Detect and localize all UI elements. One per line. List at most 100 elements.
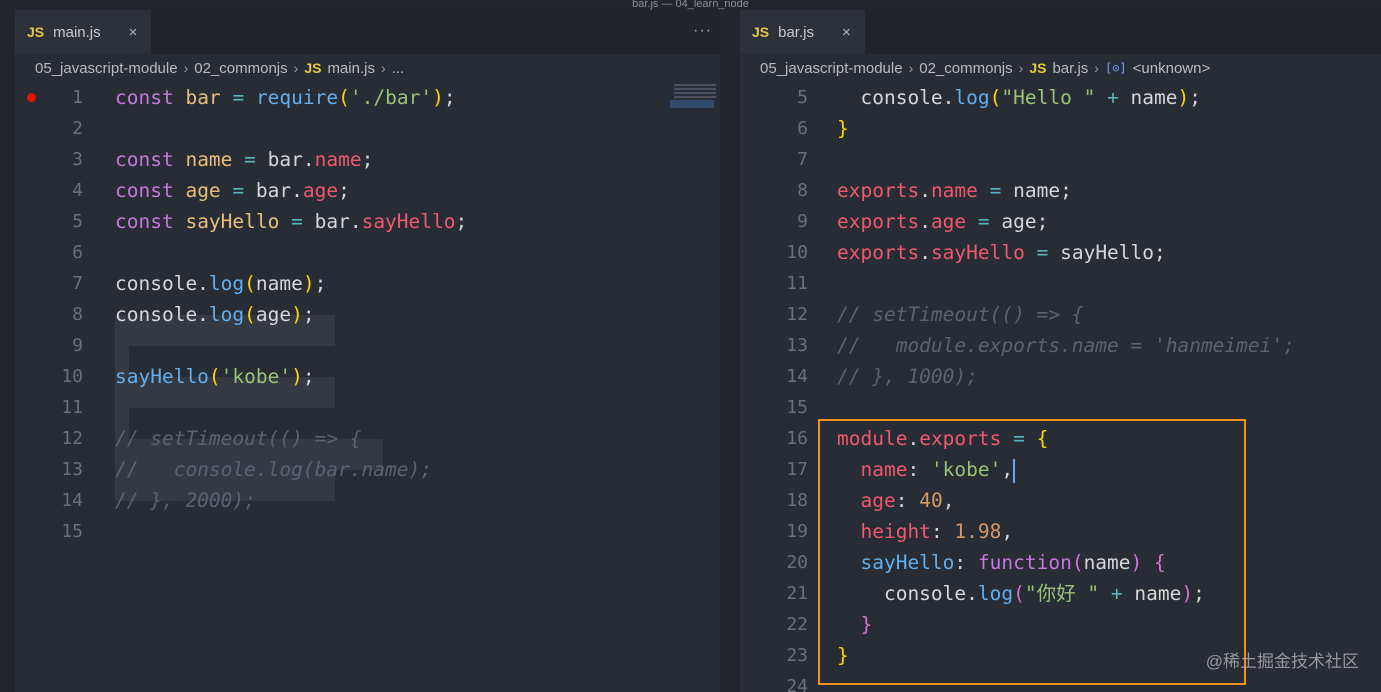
line-number[interactable]: 5 bbox=[740, 82, 808, 113]
code-text[interactable]: // }, 1000); bbox=[837, 361, 978, 392]
code-line[interactable]: 14 // }, 2000); bbox=[15, 485, 720, 516]
code-line[interactable]: 7 bbox=[740, 144, 1381, 175]
line-number[interactable]: 6 bbox=[15, 237, 83, 268]
code-line[interactable]: 5 console.log("Hello " + name); bbox=[740, 82, 1381, 113]
code-text[interactable]: const sayHello = bar.sayHello; bbox=[115, 206, 467, 237]
line-number[interactable]: 11 bbox=[15, 392, 83, 423]
breadcrumb-folder-2[interactable]: 02_commonjs bbox=[919, 60, 1012, 77]
code-line[interactable]: 10 sayHello('kobe'); bbox=[15, 361, 720, 392]
line-number[interactable]: 19 bbox=[740, 516, 808, 547]
code-line[interactable]: 8 exports.name = name; bbox=[740, 175, 1381, 206]
code-line[interactable]: 6 bbox=[15, 237, 720, 268]
code-text[interactable]: } bbox=[837, 113, 849, 144]
code-text[interactable]: const bar = require('./bar'); bbox=[115, 82, 456, 113]
left-tab-bar: JS main.js × ··· bbox=[15, 10, 720, 54]
breakpoint-icon[interactable] bbox=[27, 93, 36, 102]
code-line[interactable]: 13 // module.exports.name = 'hanmeimei'; bbox=[740, 330, 1381, 361]
code-text[interactable]: const name = bar.name; bbox=[115, 144, 373, 175]
line-number[interactable]: 15 bbox=[15, 516, 83, 547]
editor-split-divider[interactable] bbox=[720, 10, 740, 692]
line-number[interactable]: 18 bbox=[740, 485, 808, 516]
line-number[interactable]: 13 bbox=[15, 454, 83, 485]
line-number[interactable]: 12 bbox=[740, 299, 808, 330]
breadcrumb-file[interactable]: main.js bbox=[327, 60, 375, 77]
code-line[interactable]: 8 console.log(age); bbox=[15, 299, 720, 330]
code-text[interactable]: // }, 2000); bbox=[115, 485, 256, 516]
code-line[interactable]: 9 exports.age = age; bbox=[740, 206, 1381, 237]
more-actions-icon[interactable]: ··· bbox=[693, 22, 712, 40]
line-number[interactable]: 9 bbox=[15, 330, 83, 361]
breadcrumb-folder-1[interactable]: 05_javascript-module bbox=[760, 60, 903, 77]
line-number[interactable]: 24 bbox=[740, 671, 808, 692]
line-number[interactable]: 2 bbox=[15, 113, 83, 144]
line-number[interactable]: 10 bbox=[740, 237, 808, 268]
breadcrumb-folder-1[interactable]: 05_javascript-module bbox=[35, 60, 178, 77]
code-line[interactable]: 12 // setTimeout(() => { bbox=[740, 299, 1381, 330]
line-number[interactable]: 8 bbox=[740, 175, 808, 206]
breadcrumb-file[interactable]: bar.js bbox=[1052, 60, 1088, 77]
code-token: ; bbox=[338, 179, 350, 202]
code-line[interactable]: 15 bbox=[15, 516, 720, 547]
line-number[interactable]: 23 bbox=[740, 640, 808, 671]
code-text[interactable]: exports.age = age; bbox=[837, 206, 1048, 237]
breadcrumb-folder-2[interactable]: 02_commonjs bbox=[194, 60, 287, 77]
code-line[interactable]: 7 console.log(name); bbox=[15, 268, 720, 299]
line-number[interactable]: 22 bbox=[740, 609, 808, 640]
line-number[interactable]: 20 bbox=[740, 547, 808, 578]
breadcrumb-symbols[interactable]: ... bbox=[392, 60, 405, 77]
left-code-editor[interactable]: 1 const bar = require('./bar'); 2 3 const na… bbox=[15, 82, 720, 692]
line-number[interactable]: 3 bbox=[15, 144, 83, 175]
line-number[interactable]: 21 bbox=[740, 578, 808, 609]
line-number[interactable]: 17 bbox=[740, 454, 808, 485]
code-line[interactable]: 11 bbox=[740, 268, 1381, 299]
line-number[interactable]: 4 bbox=[15, 175, 83, 206]
code-text[interactable]: exports.name = name; bbox=[837, 175, 1072, 206]
line-number[interactable]: 8 bbox=[15, 299, 83, 330]
code-line[interactable]: 5 const sayHello = bar.sayHello; bbox=[15, 206, 720, 237]
line-number[interactable]: 6 bbox=[740, 113, 808, 144]
breadcrumb-symbol[interactable]: <unknown> bbox=[1133, 60, 1211, 77]
line-number[interactable]: 1 bbox=[15, 82, 83, 113]
line-number[interactable]: 11 bbox=[740, 268, 808, 299]
code-line[interactable]: 11 bbox=[15, 392, 720, 423]
line-number[interactable]: 15 bbox=[740, 392, 808, 423]
code-line[interactable]: 1 const bar = require('./bar'); bbox=[15, 82, 720, 113]
minimap-viewport[interactable] bbox=[670, 100, 714, 108]
close-icon[interactable]: × bbox=[842, 24, 851, 41]
code-line[interactable]: 9 bbox=[15, 330, 720, 361]
code-text[interactable]: exports.sayHello = sayHello; bbox=[837, 237, 1166, 268]
code-text[interactable]: sayHello('kobe'); bbox=[115, 361, 315, 392]
line-number[interactable]: 14 bbox=[15, 485, 83, 516]
code-line[interactable]: 2 bbox=[15, 113, 720, 144]
code-text[interactable]: console.log("Hello " + name); bbox=[837, 82, 1201, 113]
line-number[interactable]: 9 bbox=[740, 206, 808, 237]
tab-main-js[interactable]: JS main.js × bbox=[15, 10, 152, 54]
close-icon[interactable]: × bbox=[129, 24, 138, 41]
code-line[interactable]: 6} bbox=[740, 113, 1381, 144]
line-number[interactable]: 14 bbox=[740, 361, 808, 392]
code-text[interactable]: // setTimeout(() => { bbox=[837, 299, 1084, 330]
code-text[interactable]: console.log(name); bbox=[115, 268, 326, 299]
line-number[interactable]: 10 bbox=[15, 361, 83, 392]
code-text[interactable]: const age = bar.age; bbox=[115, 175, 350, 206]
code-line[interactable]: 3 const name = bar.name; bbox=[15, 144, 720, 175]
code-line[interactable]: 12 // setTimeout(() => { bbox=[15, 423, 720, 454]
code-line[interactable]: 4 const age = bar.age; bbox=[15, 175, 720, 206]
minimap[interactable] bbox=[670, 82, 720, 122]
code-text[interactable]: // module.exports.name = 'hanmeimei'; bbox=[837, 330, 1295, 361]
code-text[interactable]: // console.log(bar.name); bbox=[115, 454, 432, 485]
code-line[interactable]: 14 // }, 1000); bbox=[740, 361, 1381, 392]
tab-bar-js[interactable]: JS bar.js × bbox=[740, 10, 865, 54]
code-line[interactable]: 13 // console.log(bar.name); bbox=[15, 454, 720, 485]
line-number[interactable]: 13 bbox=[740, 330, 808, 361]
line-number[interactable]: 12 bbox=[15, 423, 83, 454]
line-number[interactable]: 7 bbox=[740, 144, 808, 175]
line-number[interactable]: 16 bbox=[740, 423, 808, 454]
code-token: "Hello " bbox=[1001, 86, 1096, 109]
code-line[interactable]: 10 exports.sayHello = sayHello; bbox=[740, 237, 1381, 268]
code-text[interactable]: // setTimeout(() => { bbox=[115, 423, 362, 454]
line-number[interactable]: 5 bbox=[15, 206, 83, 237]
code-text[interactable]: console.log(age); bbox=[115, 299, 315, 330]
line-number[interactable]: 7 bbox=[15, 268, 83, 299]
